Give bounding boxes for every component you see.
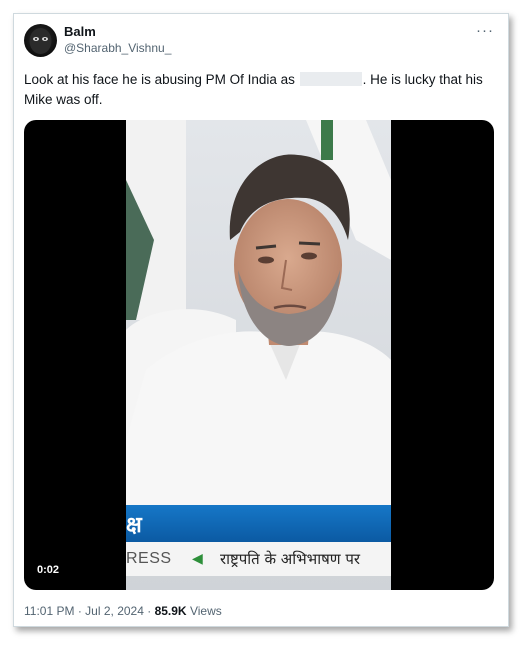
video-player[interactable]: क्ष RESS ◀ राष्ट्रपति के अभिभाषण पर 0:02 [24,120,494,590]
more-options-icon[interactable]: ··· [476,22,494,39]
ticker-headline-text: क्ष [126,513,142,538]
views-count: 85.9K [154,604,187,618]
author-handle[interactable]: @Sharabh_Vishnu_ [64,41,171,55]
news-ticker-headline: क्ष [126,505,391,542]
tweet-time[interactable]: 11:01 PM [24,604,74,618]
video-frame: क्ष RESS ◀ राष्ट्रपति के अभिभाषण पर [126,120,391,590]
tweet-date[interactable]: Jul 2, 2024 [85,604,144,618]
tweet-text: Look at his face he is abusing PM Of Ind… [24,70,494,110]
ticker-crawl-left-text: RESS [126,550,172,567]
author-display-name[interactable]: Balm [64,24,96,39]
tweet-meta: 11:01 PM · Jul 2, 2024 · 85.9K Views [24,604,222,618]
video-duration-badge: 0:02 [32,562,65,578]
meta-separator: · [147,604,152,618]
redacted-word [299,72,362,86]
meta-separator: · [77,604,82,618]
author-avatar[interactable] [24,24,57,57]
tweet-card: Balm @Sharabh_Vishnu_ ··· Look at his fa… [13,13,509,627]
views-label: Views [189,604,222,618]
news-ticker-crawl: RESS ◀ राष्ट्रपति के अभिभाषण पर [126,542,391,576]
ticker-arrow-icon: ◀ [192,550,203,566]
ticker-crawl-right-text: राष्ट्रपति के अभिभाषण पर [220,550,361,568]
dark-face-avatar-icon [29,28,52,54]
tweet-text-part-1: Look at his face he is abusing PM Of Ind… [24,72,295,87]
